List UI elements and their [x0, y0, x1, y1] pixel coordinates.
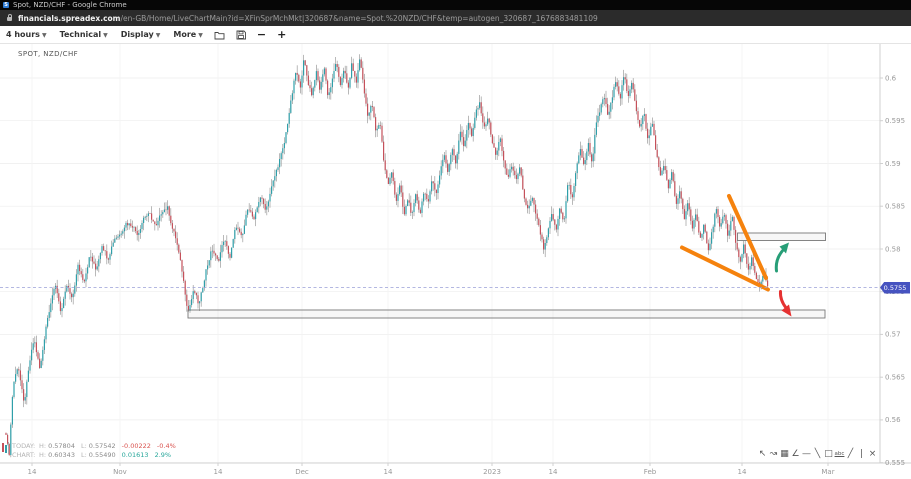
chart-region[interactable]: 0.60.5950.590.5850.580.5750.570.5650.560… [0, 44, 911, 479]
chevron-down-icon: ▼ [103, 32, 108, 39]
freehand-arrow-tool-icon[interactable]: ↝ [768, 448, 779, 460]
drawing-toolbar: ↖↝▦∠—╲□abc╱|× [757, 448, 878, 460]
price-legend: TODAY: H: 0.57804 L: 0.57542 -0.00222 -0… [1, 442, 182, 460]
price-chart[interactable]: 0.60.5950.590.5850.580.5750.570.5650.560… [0, 44, 911, 479]
x-axis-label: Dec [295, 468, 309, 476]
current-price-badge: 0.5755 [880, 282, 910, 294]
symbol-label: SPOT, NZD/CHF [18, 50, 78, 58]
chevron-down-icon: ▼ [198, 32, 203, 39]
menu-display[interactable]: Display▼ [121, 30, 161, 39]
chart-change-pct: 2.9% [155, 451, 172, 460]
green-up-arrow[interactable] [776, 243, 789, 272]
x-axis-label: Feb [644, 468, 657, 476]
horizontal-line-tool-icon[interactable]: — [801, 448, 812, 460]
today-high: 0.57804 [48, 442, 75, 451]
site-favicon: S [3, 2, 9, 8]
y-axis-label: 0.58 [885, 245, 901, 253]
open-folder-icon[interactable] [214, 30, 225, 40]
window-title-bar: S Spot, NZD/CHF - Google Chrome [0, 0, 911, 10]
chart-toolbar: 4 hours▼ Technical▼ Display▼ More▼ − + [0, 26, 911, 44]
y-axis-label: 0.6 [885, 74, 897, 82]
gridlines [0, 44, 880, 463]
chevron-down-icon: ▼ [42, 32, 47, 39]
today-change-pct: -0.4% [157, 442, 176, 451]
y-axis-label: 0.585 [885, 203, 905, 211]
support-resistance-box-2[interactable] [188, 310, 825, 318]
axes[interactable]: 0.60.5950.590.5850.580.5750.570.5650.560… [0, 44, 911, 476]
delete-drawing-icon[interactable]: × [867, 448, 878, 460]
x-axis-label: Nov [113, 468, 127, 476]
address-bar[interactable]: financials.spreadex.com /en-GB/Home/Live… [0, 10, 911, 26]
zoom-in-button[interactable]: + [277, 30, 286, 40]
legend-row-today: TODAY: H: 0.57804 L: 0.57542 -0.00222 -0… [12, 442, 182, 451]
menu-more[interactable]: More▼ [173, 30, 202, 39]
pointer-tool-icon[interactable]: ↖ [757, 448, 768, 460]
menu-technical[interactable]: Technical▼ [60, 30, 108, 39]
drawing-annotations[interactable] [188, 196, 826, 318]
toolbar-separator: | [856, 448, 867, 460]
text-tool-icon[interactable]: abc [834, 448, 845, 460]
chart-high: 0.60343 [48, 451, 75, 460]
grid-tool-icon[interactable]: ▦ [779, 448, 790, 460]
menu-timeframe[interactable]: 4 hours▼ [6, 30, 47, 39]
legend-candles-icon[interactable] [1, 442, 10, 458]
x-axis-label: 14 [549, 468, 558, 476]
today-low: 0.57542 [89, 442, 116, 451]
y-axis-label: 0.56 [885, 416, 901, 424]
url-domain[interactable]: financials.spreadex.com [18, 14, 121, 23]
x-axis-label: 14 [214, 468, 223, 476]
fan-lines-tool-icon[interactable]: ∠ [790, 448, 801, 460]
x-axis-label: Mar [821, 468, 834, 476]
x-axis-label: 14 [738, 468, 747, 476]
y-axis-label: 0.595 [885, 117, 905, 125]
window-title: Spot, NZD/CHF - Google Chrome [13, 1, 127, 9]
y-axis-label: 0.565 [885, 374, 905, 382]
rectangle-tool-icon[interactable]: □ [823, 448, 834, 460]
chevron-down-icon: ▼ [156, 32, 161, 39]
y-axis-label: 0.59 [885, 160, 901, 168]
ray-tool-icon[interactable]: ╱ [845, 448, 856, 460]
url-path: /en-GB/Home/LiveChartMain?id=XFinSprMchM… [121, 14, 598, 23]
today-change: -0.00222 [122, 442, 151, 451]
y-axis-label: 0.57 [885, 331, 901, 339]
zoom-out-button[interactable]: − [257, 30, 266, 40]
x-axis-label: 14 [384, 468, 393, 476]
browser-window: { "window": { "title": "Spot, NZD/CHF - … [0, 0, 911, 479]
trendline-tool-icon[interactable]: ╲ [812, 448, 823, 460]
save-icon[interactable] [236, 30, 246, 40]
lock-icon [7, 17, 12, 21]
y-axis-label: 0.555 [885, 459, 905, 467]
x-axis-label: 2023 [483, 468, 501, 476]
x-axis-label: 14 [28, 468, 37, 476]
chart-change: 0.01613 [122, 451, 149, 460]
chart-low: 0.55490 [89, 451, 116, 460]
legend-row-chart: CHART: H: 0.60343 L: 0.55490 0.01613 2.9… [12, 451, 182, 460]
